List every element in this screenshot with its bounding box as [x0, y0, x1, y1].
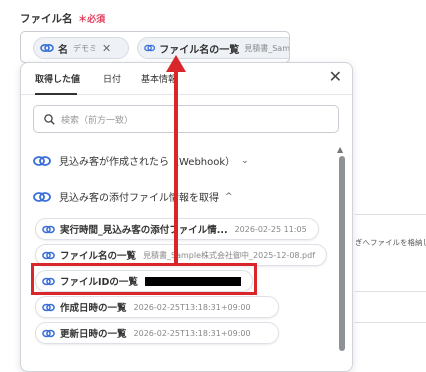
- link-icon: [33, 155, 51, 166]
- group-webhook[interactable]: 見込み客が作成されたら（Webhook） ⌄: [33, 153, 249, 168]
- link-icon: [33, 191, 51, 202]
- value-item-label: 作成日時の一覧: [60, 303, 127, 314]
- value-item-value: 2026-02-25 11:05: [234, 224, 307, 234]
- link-icon: [42, 329, 55, 337]
- value-item-label: 更新日時の一覧: [60, 329, 127, 340]
- link-icon: [42, 251, 55, 259]
- search-icon: [44, 113, 55, 125]
- token-name-label: 名: [58, 44, 68, 56]
- highlight-box: [31, 263, 257, 295]
- group-webhook-label: 見込み客が作成されたら（Webhook）: [59, 157, 236, 168]
- scroll-up-icon[interactable]: ▲: [337, 145, 343, 154]
- active-tab-indicator: [35, 93, 77, 95]
- value-item[interactable]: 作成日時の一覧 2026-02-25T13:18:31+09:00: [35, 296, 279, 318]
- group-attachments[interactable]: 見込み客の添付ファイル情報を取得 ^: [33, 189, 233, 204]
- scrollbar-thumb[interactable]: [339, 156, 345, 351]
- field-label-text: ファイル名: [20, 13, 73, 25]
- link-icon: [40, 43, 54, 53]
- token-filename-list[interactable]: ファイル名の一覧 見積書_Sam: [137, 37, 290, 59]
- token-filename-label: ファイル名の一覧: [159, 44, 240, 56]
- chevron-up-icon: ^: [225, 191, 233, 202]
- divider: [355, 214, 426, 215]
- tab-basic-info[interactable]: 基本情報: [141, 72, 177, 85]
- value-picker-panel: 取得した値 日付 基本情報 ✕ 検索（前方一致） 見込み客が作成されたら（Web…: [20, 62, 353, 372]
- close-icon[interactable]: ✕: [329, 69, 342, 85]
- picker-tabs: 取得した値 日付 基本情報 ✕: [21, 63, 352, 95]
- filename-field[interactable]: 名 デモミ ✕ _ ファイル名の一覧 見積書_Sam: [20, 31, 290, 63]
- field-label: ファイル名 ＊必須: [20, 11, 105, 26]
- divider: [355, 291, 426, 292]
- background-hint: ぎへファイルを格納しま: [355, 238, 426, 247]
- annotation-arrow-head: [166, 55, 186, 72]
- link-icon: [144, 44, 156, 52]
- tab-retrieved-values[interactable]: 取得した値: [35, 72, 80, 85]
- chevron-down-icon: ⌄: [241, 155, 249, 166]
- remove-token-icon[interactable]: ✕: [102, 42, 111, 55]
- search-input[interactable]: 検索（前方一致）: [33, 105, 339, 133]
- link-icon: [42, 225, 55, 233]
- required-badge: ＊必須: [78, 15, 106, 25]
- annotation-arrow-shaft: [174, 70, 178, 266]
- value-item-value: 見積書_Sample株式会社御中_2025-12-08.pdf: [143, 250, 316, 260]
- value-item-value: 2026-02-25T13:18:31+09:00: [133, 302, 251, 312]
- value-item-label: ファイル名の一覧: [60, 251, 137, 262]
- divider: [355, 322, 426, 323]
- value-item-value: 2026-02-25T13:18:31+09:00: [133, 328, 251, 338]
- value-item-label: 実行時間_見込み客の添付ファイル情...: [60, 225, 228, 236]
- token-name[interactable]: 名 デモミ ✕: [33, 37, 129, 59]
- token-filename-value: 見積書_Sam: [244, 43, 290, 53]
- search-placeholder: 検索（前方一致）: [61, 115, 134, 126]
- group-attachments-label: 見込み客の添付ファイル情報を取得: [59, 193, 219, 204]
- token-name-value: デモミ: [73, 43, 97, 53]
- tab-date[interactable]: 日付: [103, 72, 121, 85]
- link-icon: [42, 303, 55, 311]
- value-item[interactable]: 更新日時の一覧 2026-02-25T13:18:31+09:00: [35, 322, 279, 344]
